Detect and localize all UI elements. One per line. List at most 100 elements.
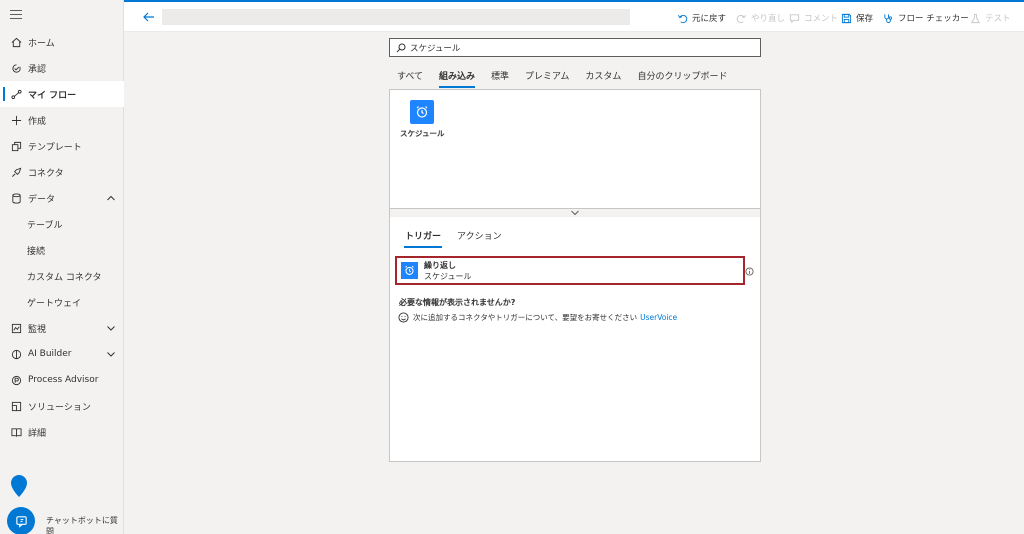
nav-label: カスタム コネクタ	[27, 272, 102, 283]
book-icon	[10, 426, 22, 438]
nav-item-solutions[interactable]: ソリューション	[0, 393, 124, 419]
trigger-recurrence[interactable]: 繰り返し スケジュール	[395, 256, 745, 285]
nav-label: コネクタ	[28, 168, 64, 179]
tab-custom[interactable]: カスタム	[577, 66, 629, 88]
feedback-text: 次に追加するコネクタやトリガーについて、要望をお寄せください	[413, 313, 638, 322]
redo-icon	[736, 13, 747, 24]
trigger-title: 繰り返し	[424, 260, 456, 270]
chevron-up-icon[interactable]	[106, 193, 116, 203]
nav-label: 詳細	[28, 428, 47, 439]
ai-builder-icon	[10, 348, 22, 360]
save-button[interactable]: 保存	[841, 11, 873, 25]
redo-label: やり直し	[751, 14, 786, 24]
undo-icon	[677, 13, 688, 24]
test-button[interactable]: テスト	[970, 11, 1011, 25]
missing-info-heading: 必要な情報が表示されませんか?	[399, 298, 516, 307]
nav-item-monitor[interactable]: 監視	[0, 315, 124, 341]
chevron-down-icon	[571, 210, 579, 216]
beaker-icon	[970, 13, 981, 24]
chevron-down-icon[interactable]	[106, 323, 116, 333]
nav-item-approvals[interactable]: 承認	[0, 55, 124, 81]
search-input[interactable]	[410, 42, 750, 53]
nav-label: ホーム	[28, 38, 55, 49]
nav-label: データ	[28, 194, 56, 205]
home-icon	[10, 36, 22, 48]
nav-item-ai-builder[interactable]: AI Builder	[0, 341, 124, 367]
search-icon	[396, 43, 406, 52]
comment-icon	[789, 13, 800, 24]
template-icon	[10, 140, 22, 152]
nav-label: 監視	[28, 324, 47, 335]
approvals-icon	[10, 62, 22, 74]
nav-item-connectors[interactable]: コネクタ	[0, 159, 124, 185]
info-icon[interactable]	[745, 267, 754, 276]
alarm-clock-icon	[410, 100, 434, 124]
tab-built-in[interactable]: 組み込み	[431, 66, 483, 88]
connector-results-panel: スケジュール	[389, 89, 761, 209]
plus-icon	[10, 114, 22, 126]
save-label: 保存	[856, 14, 874, 24]
nav-item-learn[interactable]: 詳細	[0, 419, 124, 445]
tab-my-clipboard[interactable]: 自分のクリップボード	[629, 66, 735, 88]
trigger-subtitle: スケジュール	[424, 271, 472, 281]
chevron-down-icon[interactable]	[106, 349, 116, 359]
chatbot-button[interactable]	[7, 507, 35, 534]
nav-label: マイ フロー	[28, 90, 77, 101]
connector-label: スケジュール	[400, 129, 445, 138]
operation-tabs: トリガー アクション	[400, 227, 513, 248]
flow-icon	[10, 88, 22, 100]
category-tabs: すべて 組み込み 標準 プレミアム カスタム 自分のクリップボード	[389, 66, 735, 88]
database-icon	[10, 192, 22, 204]
nav-item-connections[interactable]: 接続	[0, 237, 124, 263]
smiley-icon	[398, 312, 409, 323]
back-arrow-icon[interactable]	[142, 10, 156, 24]
tab-actions[interactable]: アクション	[452, 227, 507, 248]
process-advisor-icon	[10, 374, 22, 386]
nav-item-templates[interactable]: テンプレート	[0, 133, 124, 159]
connector-search-box[interactable]	[389, 38, 761, 57]
nav-item-my-flows[interactable]: マイ フロー	[0, 81, 124, 107]
nav-label: ソリューション	[28, 402, 91, 413]
location-pin-icon	[11, 475, 27, 497]
nav-label: テーブル	[27, 220, 63, 231]
nav-item-create[interactable]: 作成	[0, 107, 124, 133]
save-icon	[841, 13, 852, 24]
nav-item-process-advisor[interactable]: Process Advisor	[0, 367, 124, 393]
feedback-line: 次に追加するコネクタやトリガーについて、要望をお寄せください UserVoice	[398, 312, 677, 323]
chatbot-icon	[15, 515, 27, 528]
left-nav: ホーム 承認 マイ フロー 作成 テンプレート コネクタ データ テーブル 接続…	[0, 0, 124, 534]
nav-item-custom-connectors[interactable]: カスタム コネクタ	[0, 263, 124, 289]
flow-checker-label: フロー チェッカー	[898, 14, 969, 24]
tab-standard[interactable]: 標準	[483, 66, 517, 88]
nav-label: Process Advisor	[28, 375, 99, 385]
flow-checker-button[interactable]: フロー チェッカー	[883, 11, 969, 25]
nav-item-data[interactable]: データ	[0, 185, 124, 211]
uservoice-link[interactable]: UserVoice	[640, 313, 677, 322]
command-bar: 元に戻す やり直し コメント 保存 フロー チェッカー テスト	[124, 0, 1024, 32]
nav-item-gateways[interactable]: ゲートウェイ	[0, 289, 124, 315]
nav-item-tables[interactable]: テーブル	[0, 211, 124, 237]
nav-label: AI Builder	[28, 349, 72, 359]
operations-panel: トリガー アクション 繰り返し スケジュール 必要な情報が表示されませんか? 次…	[389, 217, 761, 462]
stethoscope-icon	[883, 13, 894, 24]
solutions-icon	[10, 400, 22, 412]
monitor-icon	[10, 322, 22, 334]
comment-button[interactable]: コメント	[789, 11, 838, 25]
flow-title-bar[interactable]	[162, 9, 630, 25]
tab-triggers[interactable]: トリガー	[400, 227, 446, 248]
undo-button[interactable]: 元に戻す	[677, 11, 726, 25]
test-label: テスト	[985, 14, 1011, 24]
nav-label: 作成	[28, 116, 47, 127]
connector-schedule[interactable]: スケジュール	[400, 100, 444, 139]
alarm-clock-icon	[401, 262, 418, 279]
chatbot-label: チャットボットに質問	[46, 516, 118, 534]
nav-item-home[interactable]: ホーム	[0, 29, 124, 55]
hamburger-icon[interactable]	[10, 10, 22, 22]
nav-label: ゲートウェイ	[27, 298, 82, 309]
plug-icon	[10, 166, 22, 178]
redo-button[interactable]: やり直し	[736, 11, 785, 25]
nav-label: テンプレート	[28, 142, 82, 153]
tab-premium[interactable]: プレミアム	[517, 66, 577, 88]
tab-all[interactable]: すべて	[389, 66, 431, 88]
undo-label: 元に戻す	[692, 14, 727, 24]
